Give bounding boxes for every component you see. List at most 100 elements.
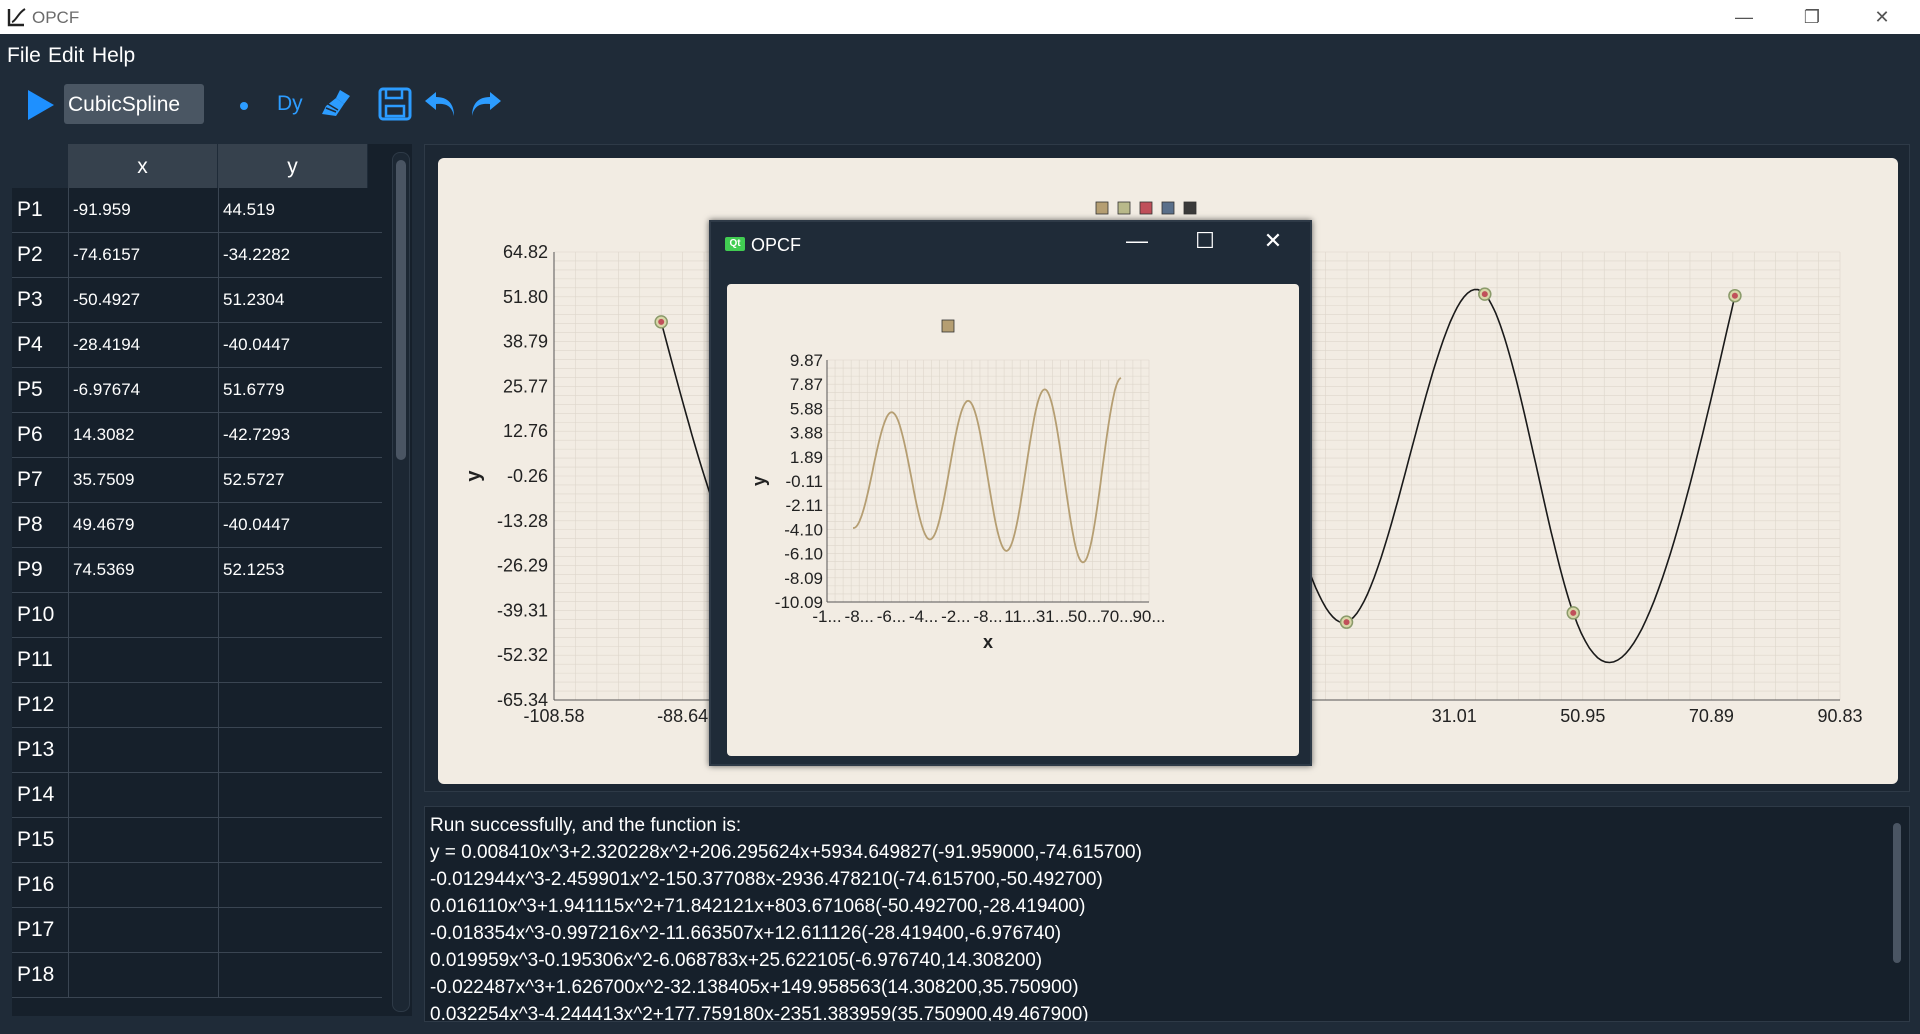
minimize-button[interactable]: — (1714, 0, 1774, 34)
table-row[interactable]: P11 (12, 638, 382, 683)
row-header[interactable]: P10 (12, 593, 68, 637)
cell-x[interactable] (68, 908, 218, 952)
row-header[interactable]: P7 (12, 458, 68, 502)
dialog-maximize-button[interactable]: ☐ (1185, 228, 1225, 260)
cell-x[interactable] (68, 863, 218, 907)
cell-x[interactable]: 14.3082 (68, 413, 218, 457)
cell-x[interactable] (68, 593, 218, 637)
cell-y[interactable]: -42.7293 (218, 413, 368, 457)
undo-icon[interactable] (422, 86, 460, 122)
cell-x[interactable]: -6.97674 (68, 368, 218, 412)
cell-y[interactable] (218, 863, 368, 907)
cell-y[interactable] (218, 773, 368, 817)
row-header[interactable]: P4 (12, 323, 68, 367)
cell-y[interactable] (218, 818, 368, 862)
cell-x[interactable]: -28.4194 (68, 323, 218, 367)
output-console[interactable]: Run successfully, and the function is: y… (424, 806, 1910, 1022)
row-header[interactable]: P15 (12, 818, 68, 862)
save-icon[interactable] (376, 86, 414, 122)
cell-x[interactable] (68, 818, 218, 862)
row-header[interactable]: P8 (12, 503, 68, 547)
table-row[interactable]: P18 (12, 953, 382, 998)
cell-x[interactable] (68, 728, 218, 772)
table-row[interactable]: P14 (12, 773, 382, 818)
cell-y[interactable] (218, 728, 368, 772)
row-header[interactable]: P5 (12, 368, 68, 412)
row-header[interactable]: P18 (12, 953, 68, 997)
table-row[interactable]: P12 (12, 683, 382, 728)
table-corner[interactable] (12, 144, 68, 188)
toolbar: CubicSpline Dy (0, 76, 1920, 128)
dialog-chart[interactable]: 9.87 7.87 5.88 3.88 1.89 -0.11 -2.11 -4.10 -6.10… (727, 284, 1299, 756)
table-row[interactable]: P7 35.7509 52.5727 (12, 458, 382, 503)
cell-y[interactable]: 52.5727 (218, 458, 368, 502)
cell-y[interactable]: -40.0447 (218, 323, 368, 367)
method-combobox[interactable]: CubicSpline (64, 84, 204, 124)
row-header[interactable]: P2 (12, 233, 68, 277)
cell-y[interactable]: -40.0447 (218, 503, 368, 547)
close-button[interactable]: ✕ (1852, 0, 1912, 34)
brush-icon[interactable] (316, 86, 354, 122)
cell-y[interactable]: -34.2282 (218, 233, 368, 277)
play-icon[interactable] (28, 90, 54, 120)
table-row[interactable]: P4 -28.4194 -40.0447 (12, 323, 382, 368)
menu-help[interactable]: Help (92, 44, 135, 68)
menu-edit[interactable]: Edit (48, 44, 84, 68)
cell-x[interactable] (68, 638, 218, 682)
dot-icon[interactable] (240, 102, 248, 110)
window-title: OPCF (32, 8, 80, 27)
table-row[interactable]: P9 74.5369 52.1253 (12, 548, 382, 593)
dialog-minimize-button[interactable]: — (1117, 228, 1157, 260)
menu-file[interactable]: File (7, 44, 41, 68)
cell-y[interactable] (218, 638, 368, 682)
table-row[interactable]: P8 49.4679 -40.0447 (12, 503, 382, 548)
row-header[interactable]: P17 (12, 908, 68, 952)
row-header[interactable]: P14 (12, 773, 68, 817)
row-header[interactable]: P16 (12, 863, 68, 907)
row-header[interactable]: P1 (12, 188, 68, 232)
row-header[interactable]: P13 (12, 728, 68, 772)
cell-x[interactable]: 35.7509 (68, 458, 218, 502)
cell-x[interactable]: -91.959 (68, 188, 218, 232)
table-scrollbar-thumb[interactable] (396, 160, 406, 460)
table-row[interactable]: P3 -50.4927 51.2304 (12, 278, 382, 323)
cell-y[interactable] (218, 908, 368, 952)
y-tick-label: 25.77 (503, 376, 548, 396)
table-row[interactable]: P6 14.3082 -42.7293 (12, 413, 382, 458)
table-row[interactable]: P2 -74.6157 -34.2282 (12, 233, 382, 278)
dialog-chart-svg: 9.87 7.87 5.88 3.88 1.89 -0.11 -2.11 -4.10 -6.10… (749, 319, 1166, 652)
table-row[interactable]: P16 (12, 863, 382, 908)
row-header[interactable]: P11 (12, 638, 68, 682)
row-header[interactable]: P9 (12, 548, 68, 592)
row-header[interactable]: P12 (12, 683, 68, 727)
row-header[interactable]: P3 (12, 278, 68, 322)
cell-x[interactable] (68, 953, 218, 997)
console-scrollbar[interactable] (1893, 823, 1901, 963)
dialog-close-button[interactable]: ✕ (1253, 228, 1293, 260)
cell-x[interactable]: 74.5369 (68, 548, 218, 592)
cell-y[interactable]: 51.6779 (218, 368, 368, 412)
cell-y[interactable]: 51.2304 (218, 278, 368, 322)
row-header[interactable]: P6 (12, 413, 68, 457)
column-header-x[interactable]: x (68, 144, 218, 188)
cell-y[interactable] (218, 953, 368, 997)
dy-button[interactable]: Dy (277, 92, 303, 116)
table-row[interactable]: P15 (12, 818, 382, 863)
cell-y[interactable] (218, 683, 368, 727)
restore-button[interactable]: ❐ (1782, 0, 1842, 34)
cell-y[interactable] (218, 593, 368, 637)
cell-y[interactable]: 44.519 (218, 188, 368, 232)
column-header-y[interactable]: y (218, 144, 368, 188)
cell-x[interactable]: 49.4679 (68, 503, 218, 547)
table-row[interactable]: P13 (12, 728, 382, 773)
cell-x[interactable]: -74.6157 (68, 233, 218, 277)
cell-x[interactable]: -50.4927 (68, 278, 218, 322)
cell-x[interactable] (68, 773, 218, 817)
cell-y[interactable]: 52.1253 (218, 548, 368, 592)
table-row[interactable]: P17 (12, 908, 382, 953)
table-row[interactable]: P1 -91.959 44.519 (12, 188, 382, 233)
cell-x[interactable] (68, 683, 218, 727)
table-row[interactable]: P10 (12, 593, 382, 638)
table-row[interactable]: P5 -6.97674 51.6779 (12, 368, 382, 413)
redo-icon[interactable] (466, 86, 504, 122)
